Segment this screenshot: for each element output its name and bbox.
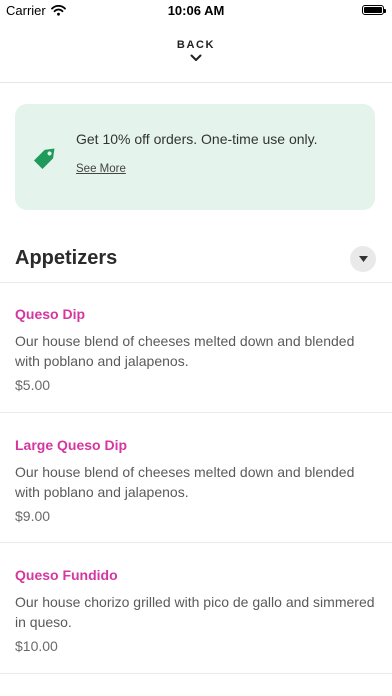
promo-text: Get 10% off orders. One-time use only.	[76, 131, 318, 147]
item-name: Queso Fundido	[15, 567, 118, 583]
section-collapse-button[interactable]	[350, 246, 376, 272]
promo-banner[interactable]: Get 10% off orders. One-time use only. S…	[15, 104, 375, 210]
back-label: BACK	[176, 39, 216, 51]
status-bar: Carrier 10:06 AM	[0, 0, 392, 22]
menu-item[interactable]: Large Queso Dip Our house blend of chees…	[15, 436, 375, 525]
item-divider	[0, 542, 392, 543]
item-description: Our house chorizo grilled with pico de g…	[15, 594, 375, 630]
tag-icon	[33, 148, 55, 170]
item-description: Our house blend of cheeses melted down a…	[15, 333, 355, 369]
see-more-link[interactable]: See More	[76, 163, 126, 175]
caret-down-icon	[358, 256, 368, 262]
item-divider	[0, 412, 392, 413]
item-price: $5.00	[15, 377, 51, 393]
item-divider	[0, 673, 392, 674]
section-divider	[0, 282, 392, 283]
menu-item[interactable]: Queso Dip Our house blend of cheeses mel…	[15, 305, 375, 394]
battery-icon	[362, 5, 386, 15]
menu-item[interactable]: Queso Fundido Our house chorizo grilled …	[15, 566, 375, 655]
section-title: Appetizers	[15, 247, 118, 269]
item-name: Large Queso Dip	[15, 437, 128, 453]
item-description: Our house blend of cheeses melted down a…	[15, 464, 355, 500]
clock: 10:06 AM	[167, 3, 225, 18]
header-divider	[0, 82, 392, 83]
back-button[interactable]: BACK	[0, 39, 392, 62]
item-price: $9.00	[15, 508, 51, 524]
item-price: $10.00	[15, 638, 58, 654]
chevron-down-icon	[190, 54, 202, 61]
item-name: Queso Dip	[15, 306, 86, 322]
